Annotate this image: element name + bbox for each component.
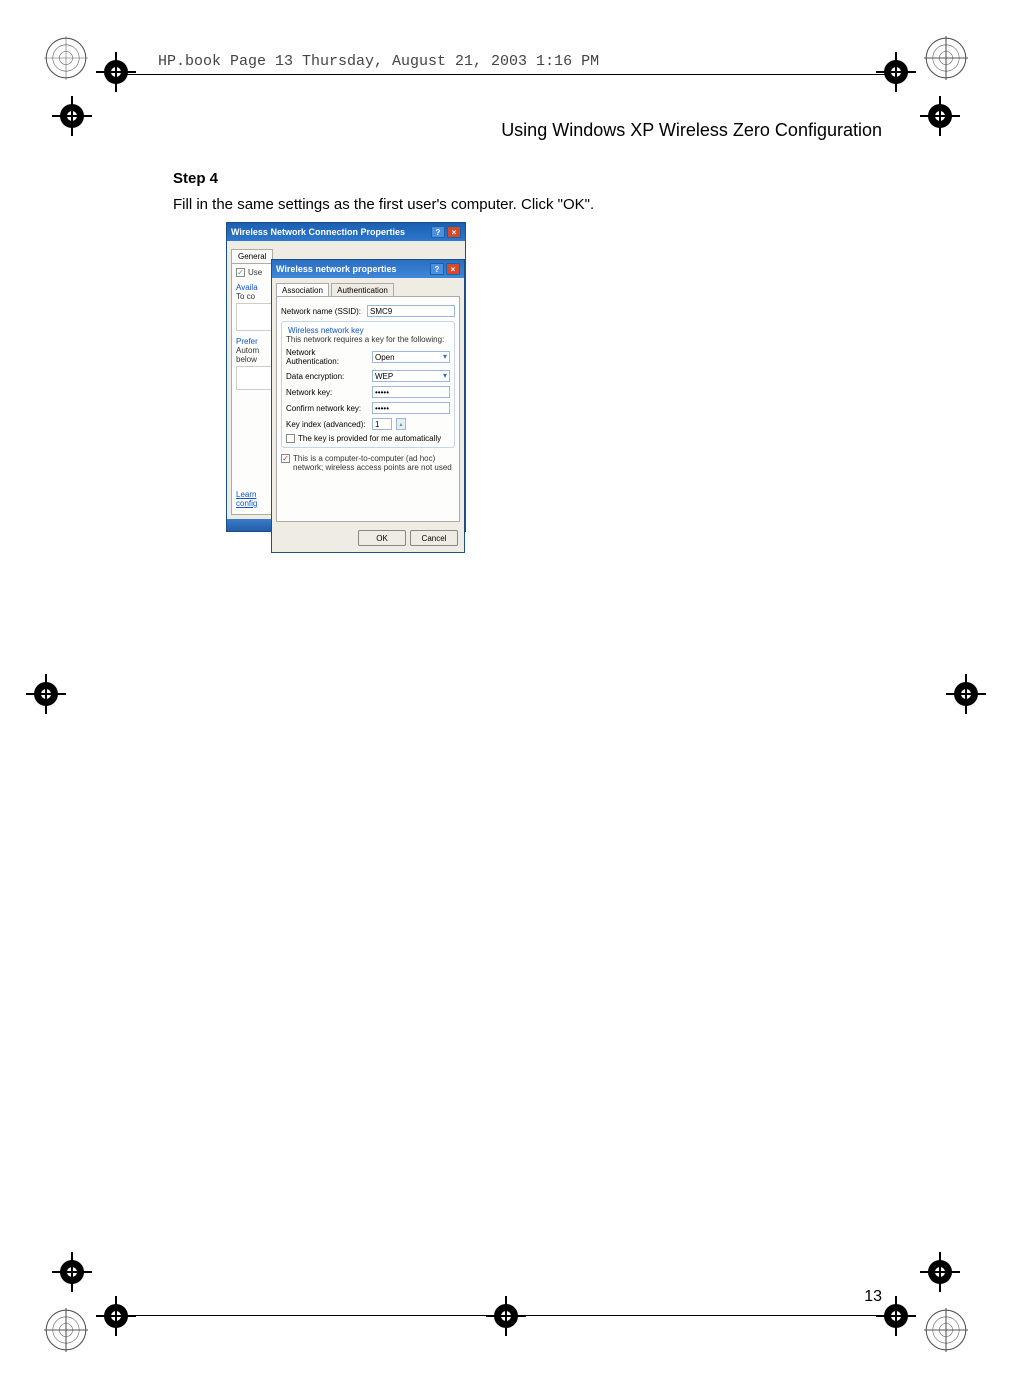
- crop-mark-icon: [486, 1296, 526, 1336]
- use-label: Use: [248, 268, 262, 277]
- auto-key-label: The key is provided for me automatically: [298, 434, 441, 443]
- tab-general[interactable]: General: [231, 249, 273, 263]
- crop-mark-icon: [920, 1252, 960, 1292]
- help-icon[interactable]: ?: [431, 226, 445, 238]
- config-link[interactable]: config: [236, 499, 257, 508]
- crop-mark-icon: [876, 52, 916, 92]
- auth-label: Network Authentication:: [286, 348, 368, 366]
- header-rule: [124, 74, 888, 75]
- key-index-spinner[interactable]: 1: [372, 418, 392, 430]
- key-label: Network key:: [286, 388, 368, 397]
- footer-rule: [124, 1315, 888, 1316]
- auto-key-checkbox[interactable]: The key is provided for me automatically: [286, 434, 450, 443]
- step-heading: Step 4: [173, 170, 218, 187]
- outer-title: Wireless Network Connection Properties: [231, 227, 405, 237]
- crop-mark-icon: [96, 1296, 136, 1336]
- auth-select[interactable]: Open: [372, 351, 450, 363]
- encryption-select[interactable]: WEP: [372, 370, 450, 382]
- inner-titlebar[interactable]: Wireless network properties ? ×: [272, 260, 464, 278]
- adhoc-label: This is a computer-to-computer (ad hoc) …: [293, 454, 455, 472]
- crop-mark-icon: [52, 1252, 92, 1292]
- print-header: HP.book Page 13 Thursday, August 21, 200…: [158, 53, 599, 70]
- wireless-connection-dialog: Wireless Network Connection Properties ?…: [226, 222, 466, 532]
- confirm-key-input[interactable]: •••••: [372, 402, 450, 414]
- step-instruction: Fill in the same settings as the first u…: [173, 196, 594, 213]
- crop-mark-icon: [96, 52, 136, 92]
- key-index-label: Key index (advanced):: [286, 420, 368, 429]
- encryption-label: Data encryption:: [286, 372, 368, 381]
- key-group-note: This network requires a key for the foll…: [286, 335, 450, 344]
- help-icon[interactable]: ?: [430, 263, 444, 275]
- register-mark-icon: [924, 1308, 968, 1352]
- key-group-label: Wireless network key: [286, 326, 366, 335]
- register-mark-icon: [44, 1308, 88, 1352]
- register-mark-icon: [44, 36, 88, 80]
- crop-mark-icon: [26, 674, 66, 714]
- page-title: Using Windows XP Wireless Zero Configura…: [501, 120, 882, 141]
- close-icon[interactable]: ×: [447, 226, 461, 238]
- tab-authentication[interactable]: Authentication: [331, 283, 394, 297]
- key-input[interactable]: •••••: [372, 386, 450, 398]
- crop-mark-icon: [52, 96, 92, 136]
- adhoc-checkbox[interactable]: ✓ This is a computer-to-computer (ad hoc…: [281, 454, 455, 472]
- crop-mark-icon: [946, 674, 986, 714]
- outer-titlebar[interactable]: Wireless Network Connection Properties ?…: [227, 223, 465, 241]
- cancel-button[interactable]: Cancel: [410, 530, 458, 546]
- spinner-buttons-icon[interactable]: ▴: [396, 418, 406, 430]
- register-mark-icon: [924, 36, 968, 80]
- wireless-properties-dialog: Wireless network properties ? × Associat…: [271, 259, 465, 553]
- ok-button[interactable]: OK: [358, 530, 406, 546]
- inner-title: Wireless network properties: [276, 264, 396, 274]
- learn-link[interactable]: Learn: [236, 490, 256, 499]
- page-number: 13: [864, 1288, 882, 1306]
- close-icon[interactable]: ×: [446, 263, 460, 275]
- tab-association[interactable]: Association: [276, 283, 329, 297]
- crop-mark-icon: [876, 1296, 916, 1336]
- confirm-key-label: Confirm network key:: [286, 404, 368, 413]
- ssid-input[interactable]: SMC9: [367, 305, 455, 317]
- ssid-label: Network name (SSID):: [281, 307, 363, 316]
- crop-mark-icon: [920, 96, 960, 136]
